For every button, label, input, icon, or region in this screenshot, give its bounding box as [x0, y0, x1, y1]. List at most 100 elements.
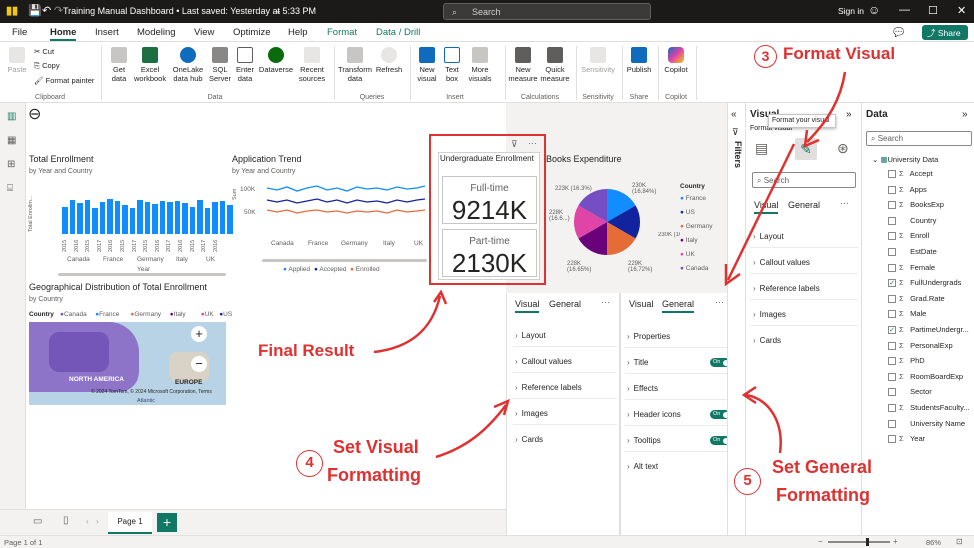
new-measure-button[interactable]: New measure	[508, 47, 538, 83]
field-checkbox[interactable]	[888, 372, 896, 381]
tab-optimize[interactable]: Optimize	[233, 27, 270, 38]
publish-button[interactable]: Publish	[625, 47, 653, 74]
enrollment-bar[interactable]	[212, 202, 218, 234]
section-reference-labels[interactable]: › Reference labels	[515, 383, 582, 392]
back-arrow-icon[interactable]: ⊖	[28, 104, 41, 124]
collapse-left-icon[interactable]: «	[731, 109, 737, 120]
account-icon[interactable]: ☺	[868, 3, 880, 17]
field-checkbox[interactable]	[888, 263, 896, 272]
field-item[interactable]: Σ Accept	[888, 169, 933, 179]
enrollment-bar[interactable]	[77, 203, 83, 234]
comment-icon[interactable]: 💬	[893, 27, 904, 38]
section-title[interactable]: › Title	[627, 358, 649, 367]
title-dropdown-icon[interactable]: ⌄	[275, 6, 282, 15]
excel-workbook-button[interactable]: Excel workbook	[134, 47, 166, 83]
tab-modeling[interactable]: Modeling	[137, 27, 176, 38]
redo-icon[interactable]: ↷	[54, 4, 63, 17]
field-checkbox[interactable]: ✓	[888, 326, 896, 335]
enrollment-bar[interactable]	[159, 201, 166, 234]
books-legend-item[interactable]: ● Italy	[680, 237, 698, 244]
field-checkbox[interactable]	[888, 294, 896, 303]
close-icon[interactable]: ✕	[957, 4, 966, 17]
map-legend-item[interactable]: ●France	[95, 311, 119, 318]
enrollment-bar[interactable]	[129, 208, 136, 234]
field-item[interactable]: Σ Male	[888, 309, 926, 319]
section-callout-values[interactable]: › Callout values	[515, 357, 572, 366]
tab-help[interactable]: Help	[288, 27, 308, 38]
dax-query-icon[interactable]: ⌸	[7, 183, 13, 194]
section-tooltips[interactable]: › Tooltips	[627, 436, 661, 445]
enrollment-bar[interactable]	[99, 202, 106, 234]
field-checkbox[interactable]: ✓	[888, 279, 896, 288]
books-legend-item[interactable]: ● Germany	[680, 223, 712, 230]
enrollment-bar[interactable]	[197, 199, 203, 234]
tab-home[interactable]: Home	[50, 27, 77, 41]
field-checkbox[interactable]	[888, 419, 896, 428]
field-item[interactable]: ✓ Σ PartimeUndergr...	[888, 325, 969, 335]
page-prev-icon[interactable]: ‹	[86, 517, 89, 526]
paste-button[interactable]: Paste	[6, 47, 28, 74]
zoom-out-icon[interactable]: −	[191, 356, 207, 372]
enrollment-bar[interactable]	[182, 203, 188, 234]
map-legend-item[interactable]: ●Germany	[130, 311, 161, 318]
map-legend-item[interactable]: ●Italy	[170, 311, 186, 318]
enrollment-bar[interactable]	[62, 206, 68, 234]
quick-measure-button[interactable]: Quick measure	[540, 47, 570, 83]
books-pie-chart[interactable]	[572, 187, 642, 257]
books-legend-item[interactable]: ● US	[680, 209, 695, 216]
enrollment-bar[interactable]	[189, 206, 196, 234]
field-checkbox[interactable]	[888, 310, 896, 319]
more-visuals-button[interactable]: More visuals	[465, 47, 495, 83]
fit-page-icon[interactable]: ⊡	[956, 537, 963, 546]
enrollment-bar[interactable]	[219, 200, 226, 234]
map-legend-item[interactable]: ●UK	[201, 311, 214, 318]
field-checkbox[interactable]	[888, 232, 896, 241]
section-alt-text[interactable]: › Alt text	[627, 462, 658, 471]
more-options-icon[interactable]: ···	[715, 297, 724, 307]
field-item[interactable]: Sector	[888, 387, 932, 397]
tab-general[interactable]: General	[662, 299, 695, 313]
recent-sources-button[interactable]: Recent sources	[296, 47, 328, 83]
search-input[interactable]: ⌕ Search	[443, 3, 651, 20]
get-data-button[interactable]: Get data	[106, 47, 132, 83]
undo-icon[interactable]: ↶	[42, 4, 51, 17]
tab-insert[interactable]: Insert	[95, 27, 119, 38]
field-item[interactable]: Σ PhD	[888, 356, 925, 366]
map-legend-item[interactable]: ●US	[219, 311, 232, 318]
field-checkbox[interactable]	[888, 201, 896, 210]
field-item[interactable]: Σ BooksExp	[888, 200, 944, 210]
page-tab-1[interactable]: Page 1	[108, 512, 152, 534]
tab-visual[interactable]: Visual	[515, 299, 540, 313]
section-effects[interactable]: › Effects	[627, 384, 658, 393]
field-item[interactable]: Σ Enroll	[888, 231, 929, 241]
field-item[interactable]: Σ Female	[888, 263, 935, 272]
trend-scrollbar[interactable]	[262, 259, 427, 262]
onelake-button[interactable]: OneLake data hub	[170, 47, 206, 83]
sensitivity-button[interactable]: Sensitivity	[579, 47, 617, 74]
enrollment-bar[interactable]	[174, 200, 181, 234]
model-view-icon[interactable]: ⊞	[7, 159, 15, 170]
maximize-icon[interactable]: ☐	[928, 4, 938, 17]
section-header-icons[interactable]: › Header icons	[627, 410, 681, 419]
section-cards[interactable]: › Cards	[515, 435, 543, 444]
format-painter-button[interactable]: 🖌 Format painter	[34, 76, 94, 85]
enrollment-bar[interactable]	[122, 204, 128, 234]
enter-data-button[interactable]: Enter data	[234, 47, 256, 83]
section-cards[interactable]: › Cards	[753, 336, 781, 345]
field-item[interactable]: University Name	[888, 419, 965, 428]
section-images[interactable]: › Images	[753, 310, 786, 319]
tab-format[interactable]: Format	[327, 27, 357, 38]
books-legend-item[interactable]: ● France	[680, 195, 706, 202]
enrollment-bar[interactable]	[114, 201, 121, 234]
section-images[interactable]: › Images	[515, 409, 548, 418]
zoom-slider[interactable]	[828, 541, 890, 543]
field-item[interactable]: ✓ Σ FullUndergrads	[888, 278, 961, 288]
field-checkbox[interactable]	[888, 185, 896, 194]
share-button[interactable]: ⤴ Share ⌄	[922, 25, 968, 49]
field-checkbox[interactable]	[888, 216, 896, 225]
enrollment-bar[interactable]	[152, 204, 158, 234]
enrollment-bar[interactable]	[144, 202, 151, 234]
report-view-icon[interactable]: ▥	[7, 111, 16, 122]
field-item[interactable]: Σ RoomBoardExp	[888, 372, 963, 381]
tab-file[interactable]: File	[12, 27, 27, 38]
